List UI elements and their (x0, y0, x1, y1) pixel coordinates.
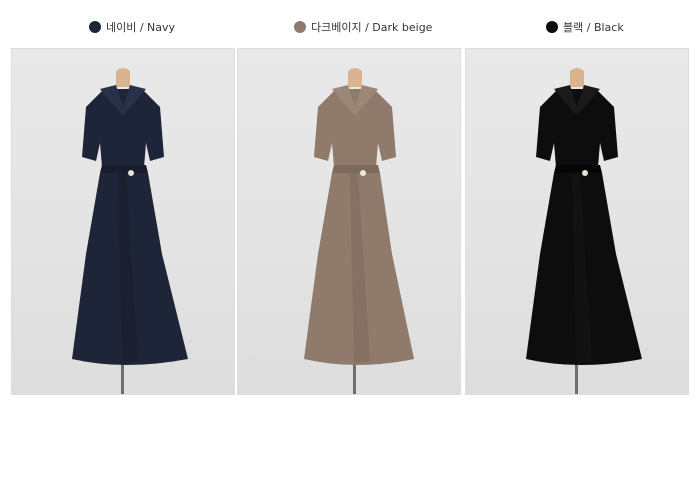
dress-illustration-dark-beige (304, 68, 414, 394)
product-photo-navy (11, 48, 235, 395)
color-label-text-black: 블랙 / Black (563, 21, 624, 34)
color-label-black: 블랙 / Black (546, 18, 624, 36)
color-swatch-navy (89, 21, 101, 33)
color-label-navy: 네이비 / Navy (89, 18, 175, 36)
color-label-text-dark-beige: 다크베이지 / Dark beige (311, 21, 433, 34)
dress-illustration-navy (72, 68, 188, 394)
color-swatch-black (546, 21, 558, 33)
color-label-dark-beige: 다크베이지 / Dark beige (294, 18, 432, 36)
color-swatch-dark-beige (294, 21, 306, 33)
product-photo-black (465, 48, 689, 395)
dress-illustration-black (526, 68, 642, 394)
product-photo-dark-beige (237, 48, 461, 395)
color-label-text-navy: 네이비 / Navy (106, 21, 176, 34)
